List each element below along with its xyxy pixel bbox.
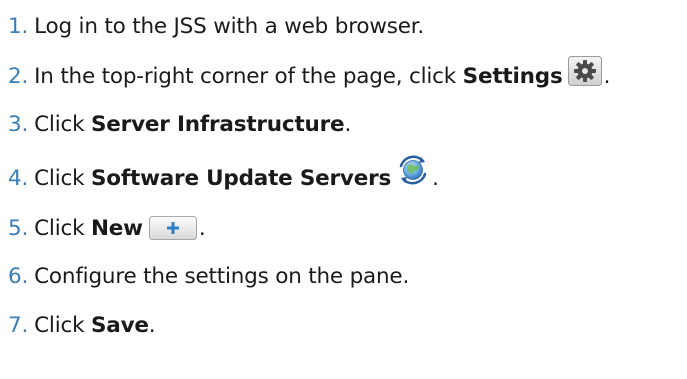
new-label: New xyxy=(91,215,143,241)
plus-icon xyxy=(148,216,197,240)
save-label: Save xyxy=(91,312,149,338)
step-text-end: . xyxy=(148,312,156,338)
step-text: Click xyxy=(34,165,91,191)
step-4: 4. Click Software Update Servers . xyxy=(8,155,439,198)
step-number: 1. xyxy=(8,13,29,39)
step-text-end: . xyxy=(198,215,206,241)
step-text-end: . xyxy=(344,111,352,137)
step-2: 2. In the top-right corner of the page, … xyxy=(8,56,610,96)
step-6: 6. Configure the settings on the pane. xyxy=(8,256,409,296)
step-1: 1. Log in to the JSS with a web browser. xyxy=(8,6,424,46)
step-text-end: . xyxy=(432,165,439,191)
step-number: 6. xyxy=(8,263,29,289)
step-text: In the top-right corner of the page, cli… xyxy=(34,63,463,89)
step-3: 3. Click Server Infrastructure . xyxy=(8,104,351,144)
server-infrastructure-label: Server Infrastructure xyxy=(91,111,345,137)
step-text: Log in to the JSS with a web browser. xyxy=(34,13,425,39)
step-text: Click xyxy=(34,111,91,137)
settings-label: Settings xyxy=(462,63,563,89)
step-text: Click xyxy=(34,312,91,338)
step-number: 3. xyxy=(8,111,29,137)
step-number: 2. xyxy=(8,63,29,89)
step-5: 5. Click New . xyxy=(8,208,206,248)
gear-icon xyxy=(567,56,602,86)
software-update-servers-label: Software Update Servers xyxy=(91,165,392,191)
step-number: 7. xyxy=(8,312,29,338)
step-text-end: . xyxy=(603,63,611,89)
step-number: 5. xyxy=(8,215,29,241)
globe-refresh-icon xyxy=(396,154,430,186)
step-text: Click xyxy=(34,215,91,241)
step-number: 4. xyxy=(8,165,29,191)
step-7: 7. Click Save . xyxy=(8,305,156,345)
step-text: Configure the settings on the pane. xyxy=(34,263,410,289)
